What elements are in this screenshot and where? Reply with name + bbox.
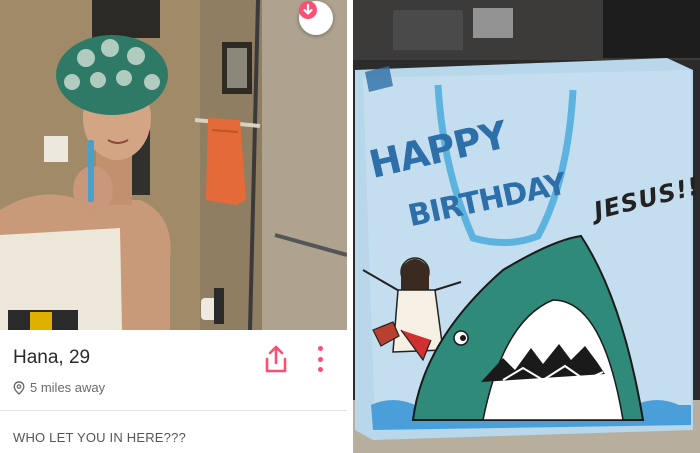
divider (0, 410, 347, 411)
more-options-button[interactable] (311, 344, 329, 374)
profile-photo-illustration (0, 0, 347, 330)
arrow-down-icon (299, 1, 317, 19)
dislike-button[interactable] (299, 1, 333, 35)
profile-name-age: Hana, 29 (13, 347, 91, 368)
more-vertical-icon (317, 346, 323, 351)
profile-card: Hana, 29 5 miles away WHO LET YOU IN HER… (0, 0, 347, 453)
profile-bio: WHO LET YOU IN HERE??? (13, 430, 186, 445)
distance-label: 5 miles away (30, 380, 106, 395)
gift-bag-photo: HAPPY BIRTHDAY JESUS!! (353, 0, 700, 453)
gift-bag-illustration (353, 0, 700, 453)
location-pin-icon (13, 380, 25, 395)
share-button[interactable] (262, 344, 290, 374)
share-icon (265, 345, 287, 373)
profile-info: Hana, 29 5 miles away WHO LET YOU IN HER… (0, 330, 347, 453)
profile-photo[interactable] (0, 0, 347, 330)
profile-distance: 5 miles away (13, 380, 105, 395)
